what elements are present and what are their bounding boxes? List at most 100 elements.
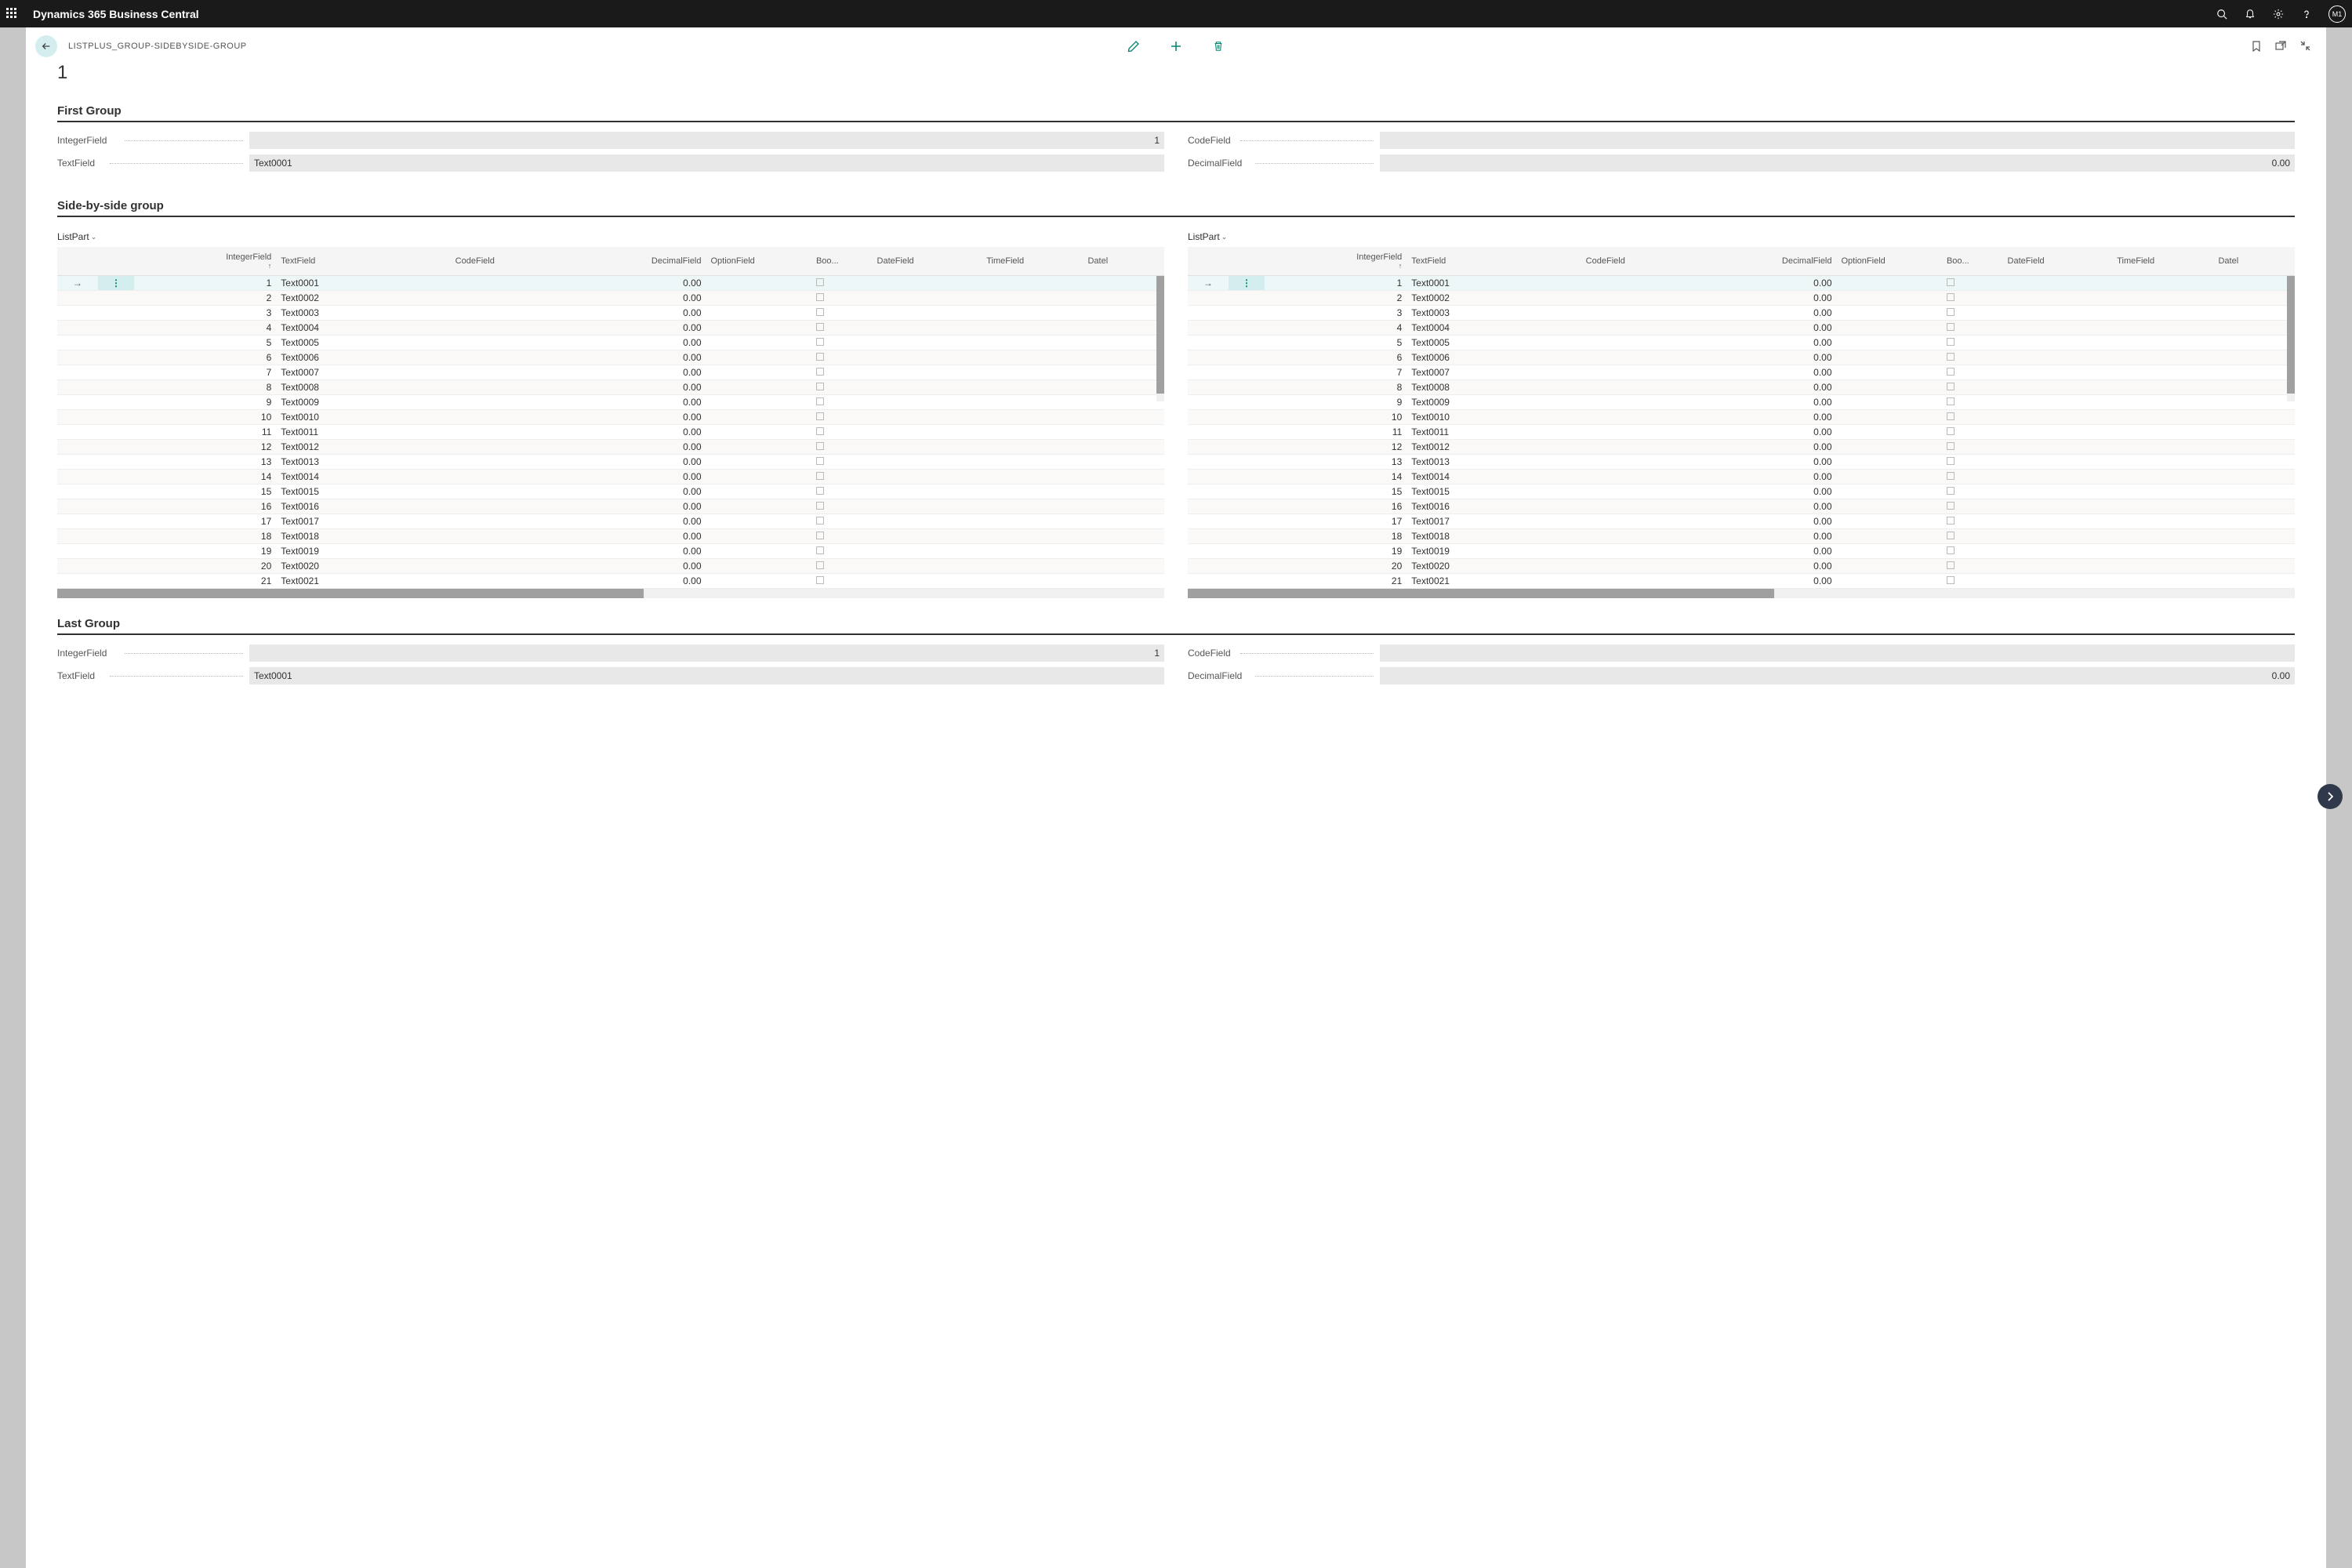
gear-icon[interactable] <box>2272 8 2285 20</box>
table-row[interactable]: →⋮1Text00010.00 <box>1188 275 2295 290</box>
vertical-scrollbar[interactable] <box>2287 276 2295 401</box>
table-row[interactable]: 13Text00130.00 <box>57 454 1164 469</box>
column-header[interactable]: DateField <box>873 247 982 275</box>
field-input[interactable] <box>1380 644 2295 662</box>
back-button[interactable] <box>35 35 57 57</box>
new-icon[interactable] <box>1169 39 1183 53</box>
table-row[interactable]: 20Text00200.00 <box>57 558 1164 573</box>
search-icon[interactable] <box>2216 8 2228 20</box>
table-row[interactable]: 17Text00170.00 <box>57 514 1164 528</box>
table-row[interactable]: 9Text00090.00 <box>57 394 1164 409</box>
vertical-scrollbar[interactable] <box>1156 276 1164 401</box>
table-row[interactable]: 13Text00130.00 <box>1188 454 2295 469</box>
page-header: LISTPLUS_GROUP-SIDEBYSIDE-GROUP <box>26 27 2326 57</box>
app-launcher-icon[interactable] <box>6 8 19 20</box>
column-header[interactable]: TextField <box>276 247 450 275</box>
column-header[interactable]: Boo... <box>811 247 873 275</box>
horizontal-scrollbar[interactable] <box>57 589 1164 598</box>
field-label: CodeField <box>1188 135 1380 146</box>
column-header[interactable]: DateField <box>2003 247 2113 275</box>
listpart-title[interactable]: ListPart⌄ <box>57 227 1164 247</box>
listpart-grid[interactable]: IntegerField↑TextFieldCodeFieldDecimalFi… <box>57 247 1164 589</box>
column-header[interactable]: IntegerField↑ <box>134 247 276 275</box>
table-row[interactable]: 4Text00040.00 <box>57 320 1164 335</box>
table-row[interactable]: 10Text00100.00 <box>1188 409 2295 424</box>
field-decimalfield: DecimalField0.00 <box>1188 667 2295 684</box>
table-row[interactable]: 2Text00020.00 <box>1188 290 2295 305</box>
help-icon[interactable] <box>2300 8 2313 20</box>
table-row[interactable]: 14Text00140.00 <box>1188 469 2295 484</box>
table-row[interactable]: 7Text00070.00 <box>57 365 1164 379</box>
table-row[interactable]: 5Text00050.00 <box>1188 335 2295 350</box>
column-header[interactable]: Boo... <box>1942 247 2003 275</box>
delete-icon[interactable] <box>1211 39 1225 53</box>
table-row[interactable]: 15Text00150.00 <box>57 484 1164 499</box>
header-right-actions <box>2252 41 2310 52</box>
table-row[interactable]: 6Text00060.00 <box>1188 350 2295 365</box>
column-header[interactable]: CodeField <box>1581 247 1707 275</box>
field-input[interactable]: 0.00 <box>1380 154 2295 172</box>
group-title-side: Side-by-side group <box>57 199 2295 217</box>
column-header[interactable]: DecimalField <box>1707 247 1837 275</box>
table-row[interactable]: 21Text00210.00 <box>57 573 1164 588</box>
horizontal-scrollbar[interactable] <box>1188 589 2295 598</box>
table-row[interactable]: 8Text00080.00 <box>1188 379 2295 394</box>
table-row[interactable]: 19Text00190.00 <box>1188 543 2295 558</box>
column-header[interactable] <box>98 247 135 275</box>
table-row[interactable]: 18Text00180.00 <box>1188 528 2295 543</box>
table-row[interactable]: 17Text00170.00 <box>1188 514 2295 528</box>
table-row[interactable]: 7Text00070.00 <box>1188 365 2295 379</box>
column-header[interactable]: TextField <box>1406 247 1581 275</box>
edit-icon[interactable] <box>1127 39 1141 53</box>
table-row[interactable]: 16Text00160.00 <box>57 499 1164 514</box>
table-row[interactable]: 3Text00030.00 <box>1188 305 2295 320</box>
column-header[interactable]: DecimalField <box>576 247 706 275</box>
popout-icon[interactable] <box>2275 41 2286 52</box>
table-row[interactable]: 4Text00040.00 <box>1188 320 2295 335</box>
field-input[interactable]: 1 <box>249 644 1164 662</box>
column-header[interactable]: Datel <box>1083 247 1164 275</box>
table-row[interactable]: 16Text00160.00 <box>1188 499 2295 514</box>
collapse-icon[interactable] <box>2300 41 2310 52</box>
table-row[interactable]: 12Text00120.00 <box>57 439 1164 454</box>
table-row[interactable]: →⋮1Text00010.00 <box>57 275 1164 290</box>
field-input[interactable]: 0.00 <box>1380 667 2295 684</box>
column-header[interactable] <box>1188 247 1229 275</box>
table-row[interactable]: 10Text00100.00 <box>57 409 1164 424</box>
column-header[interactable]: OptionField <box>1837 247 1942 275</box>
table-row[interactable]: 5Text00050.00 <box>57 335 1164 350</box>
table-row[interactable]: 21Text00210.00 <box>1188 573 2295 588</box>
column-header[interactable]: IntegerField↑ <box>1265 247 1406 275</box>
table-row[interactable]: 9Text00090.00 <box>1188 394 2295 409</box>
field-input[interactable]: Text0001 <box>249 154 1164 172</box>
table-row[interactable]: 11Text00110.00 <box>1188 424 2295 439</box>
listpart-grid[interactable]: IntegerField↑TextFieldCodeFieldDecimalFi… <box>1188 247 2295 589</box>
avatar[interactable]: M1 <box>2328 5 2346 23</box>
field-input[interactable] <box>1380 132 2295 149</box>
column-header[interactable] <box>1229 247 1265 275</box>
listpart-title[interactable]: ListPart⌄ <box>1188 227 2295 247</box>
expand-factbox-button[interactable] <box>2318 784 2343 809</box>
bell-icon[interactable] <box>2244 8 2256 20</box>
table-row[interactable]: 11Text00110.00 <box>57 424 1164 439</box>
field-input[interactable]: Text0001 <box>249 667 1164 684</box>
workspace: LISTPLUS_GROUP-SIDEBYSIDE-GROUP 1 First … <box>26 27 2326 1568</box>
column-header[interactable]: OptionField <box>706 247 811 275</box>
table-row[interactable]: 2Text00020.00 <box>57 290 1164 305</box>
column-header[interactable] <box>57 247 98 275</box>
bookmark-icon[interactable] <box>2252 41 2261 52</box>
table-row[interactable]: 8Text00080.00 <box>57 379 1164 394</box>
table-row[interactable]: 3Text00030.00 <box>57 305 1164 320</box>
table-row[interactable]: 6Text00060.00 <box>57 350 1164 365</box>
column-header[interactable]: TimeField <box>982 247 1083 275</box>
column-header[interactable]: Datel <box>2213 247 2295 275</box>
table-row[interactable]: 18Text00180.00 <box>57 528 1164 543</box>
field-input[interactable]: 1 <box>249 132 1164 149</box>
table-row[interactable]: 14Text00140.00 <box>57 469 1164 484</box>
column-header[interactable]: CodeField <box>451 247 576 275</box>
table-row[interactable]: 15Text00150.00 <box>1188 484 2295 499</box>
column-header[interactable]: TimeField <box>2112 247 2213 275</box>
table-row[interactable]: 19Text00190.00 <box>57 543 1164 558</box>
table-row[interactable]: 12Text00120.00 <box>1188 439 2295 454</box>
table-row[interactable]: 20Text00200.00 <box>1188 558 2295 573</box>
